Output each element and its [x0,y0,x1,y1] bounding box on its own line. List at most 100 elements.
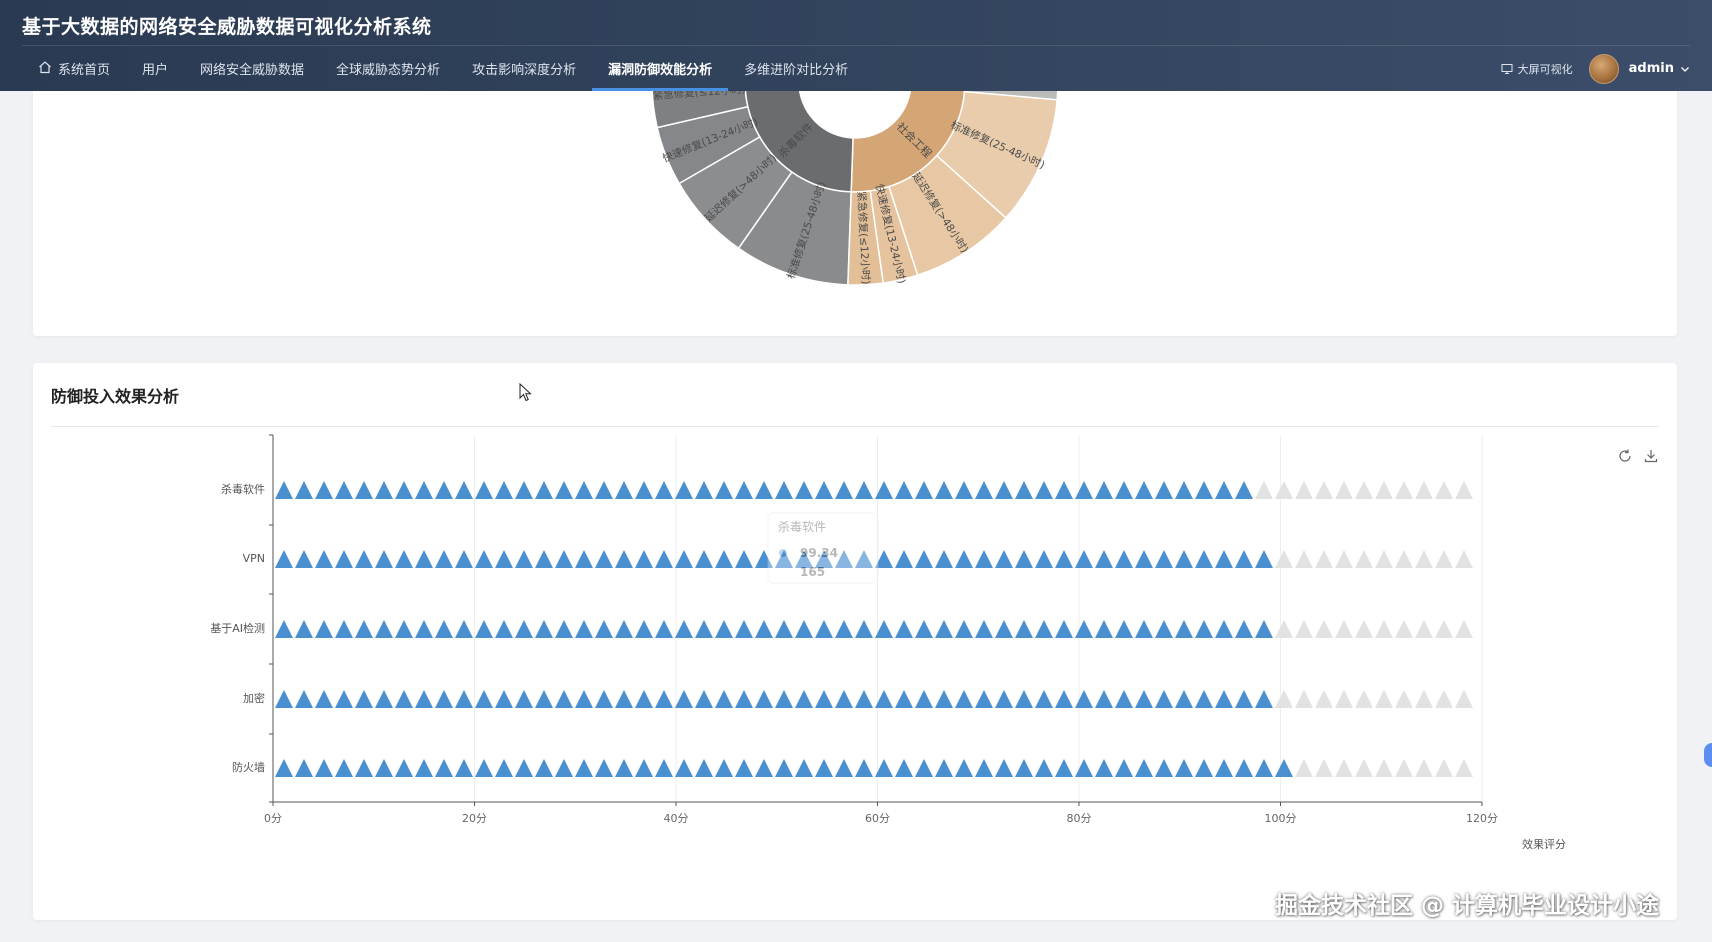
bar-symbol [715,481,733,499]
bar-symbol [475,759,493,777]
bar-symbol [795,759,813,777]
bar-symbol [675,690,693,708]
bar-symbol [1155,481,1173,499]
bar-background-symbol [1435,620,1453,638]
bar-symbol [855,620,873,638]
bar-symbol [1135,620,1153,638]
bar-symbol [535,550,553,568]
nav-item-attack-impact[interactable]: 攻击影响深度分析 [456,46,592,91]
bar-symbol [895,690,913,708]
bar-symbol [995,690,1013,708]
bar-symbol [455,481,473,499]
nav-item-threat-data[interactable]: 网络安全威胁数据 [184,46,320,91]
bar-symbol [735,620,753,638]
bar-symbol [455,690,473,708]
bar-symbol [295,481,313,499]
bar-symbol [1215,481,1233,499]
bar-symbol [335,759,353,777]
bar-background-symbol [1375,690,1393,708]
bar-background-symbol [1395,690,1413,708]
bar-symbol [915,690,933,708]
nav-item-vuln-defense[interactable]: 漏洞防御效能分析 [592,46,729,91]
bar-symbol [995,759,1013,777]
bar-symbol [1015,620,1033,638]
bar-background-symbol [1275,690,1293,708]
bar-symbol [755,481,773,499]
bar-symbol [775,481,793,499]
home-icon [38,60,52,78]
bar-symbol [375,620,393,638]
bar-symbol [995,620,1013,638]
bar-symbol [715,620,733,638]
bar-symbol [455,550,473,568]
bar-background-symbol [1335,690,1353,708]
bar-symbol [555,690,573,708]
bar-symbol [415,481,433,499]
bar-symbol [1115,550,1133,568]
bar-symbol [475,481,493,499]
bar-background-symbol [1275,550,1293,568]
user-menu[interactable]: admin [1588,53,1690,84]
nav-item-home[interactable]: 系统首页 [22,46,126,91]
tooltip-marker [779,549,787,557]
bar-symbol [475,550,493,568]
bar-symbol [335,550,353,568]
bar-background-symbol [1335,620,1353,638]
bar-symbol [975,481,993,499]
bar-symbol [1095,620,1113,638]
bar-symbol [855,481,873,499]
bar-symbol [1195,481,1213,499]
bar-symbol [1155,690,1173,708]
bar-background-symbol [1375,620,1393,638]
defense-effect-card: 防御投入效果分析 0分 20分 40分 60分 80分 100分 120分 效果评分 杀毒软件 V… [33,363,1677,920]
bar-symbol [355,620,373,638]
bar-background-symbol [1335,759,1353,777]
y-tick-label: 加密 [243,691,265,705]
bar-symbol [475,620,493,638]
bar-symbol [455,620,473,638]
bar-symbol [755,690,773,708]
bar-symbol [295,690,313,708]
bar-background-symbol [1375,759,1393,777]
bar-symbol [615,481,633,499]
bar-symbol [1015,759,1033,777]
nav-item-multi-compare[interactable]: 多维进阶对比分析 [728,46,864,91]
bar-symbol [1075,759,1093,777]
bar-symbol [675,620,693,638]
bar-symbol [515,759,533,777]
bar-symbol [955,481,973,499]
bar-background-symbol [1355,759,1373,777]
bar-background-symbol [1415,620,1433,638]
bigscreen-link[interactable]: 大屏可视化 [1501,61,1573,77]
bar-symbol [615,759,633,777]
bar-symbol [1075,620,1093,638]
bar-symbol [895,759,913,777]
tooltip-value: 99.34 [800,546,838,560]
bar-symbol [615,690,633,708]
sunburst-chart: 紧急修复(≤12小时)快速修复(13-24小时)延迟修复(>48小时) 标准修复(… [651,60,1059,286]
bar-symbol [1235,620,1253,638]
bar-symbol [895,620,913,638]
bar-symbol [1035,550,1053,568]
monitor-icon [1501,63,1513,74]
bar-symbol [975,690,993,708]
bar-symbol [1135,759,1153,777]
bar-symbol [1235,690,1253,708]
bar-symbol [955,620,973,638]
tooltip-title: 杀毒软件 [778,519,826,534]
bar-background-symbol [1415,550,1433,568]
bar-background-symbol [1335,550,1353,568]
bar-symbol [795,620,813,638]
bar-symbol [515,550,533,568]
watermark: 掘金技术社区 @ 计算机毕业设计小途 [1275,893,1660,919]
bar-symbol [1195,759,1213,777]
bar-symbol [835,481,853,499]
bar-symbol [775,759,793,777]
nav-item-users[interactable]: 用户 [126,46,184,91]
bar-symbol [1075,550,1093,568]
bar-background-symbol [1275,481,1293,499]
nav-item-global-threat[interactable]: 全球威胁态势分析 [320,46,456,91]
bar-symbol [1075,690,1093,708]
floating-assist-button[interactable] [1704,743,1712,767]
bar-symbol [595,550,613,568]
